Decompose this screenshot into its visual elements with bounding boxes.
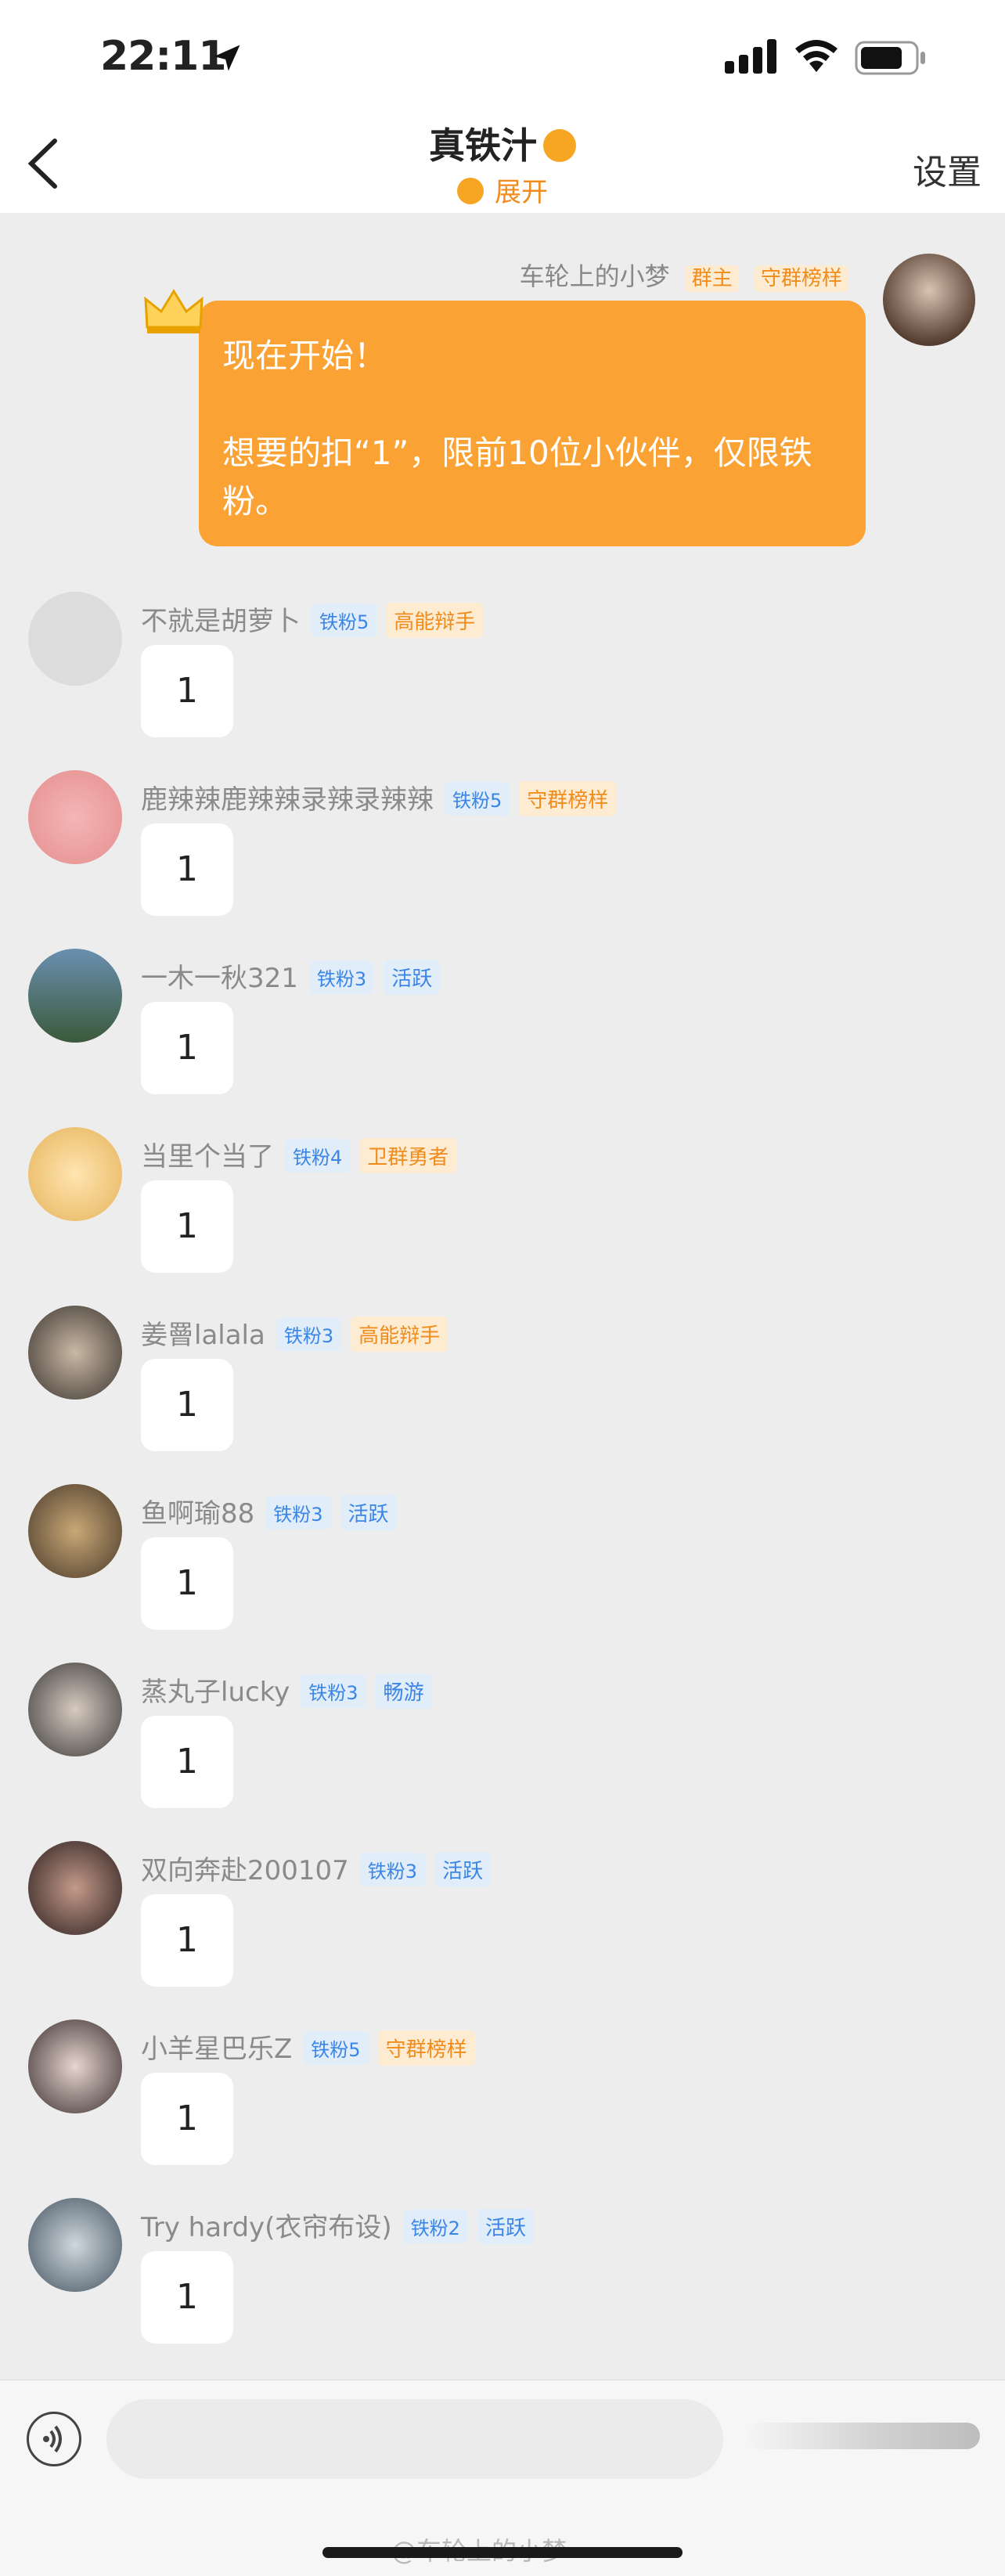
host-message-bubble[interactable]: 现在开始！ 想要的扣“1”，限前10位小伙伴，仅限铁粉。 <box>199 301 866 546</box>
member-title-badge: 活跃 <box>384 960 441 995</box>
user-avatar[interactable] <box>28 1127 122 1221</box>
message-meta: 蒸丸子lucky 铁粉3 畅游 <box>141 1670 432 1711</box>
chat-message: 不就是胡萝卜 铁粉5 高能辩手 1 <box>0 589 1005 767</box>
user-avatar[interactable] <box>28 770 122 864</box>
chat-message: 姜罾lalala 铁粉3 高能辩手 1 <box>0 1302 1005 1481</box>
fan-level-badge: 铁粉3 <box>301 1674 366 1708</box>
message-bubble[interactable]: 1 <box>141 2251 233 2344</box>
chat-message: Try hardy(衣帘布设) 铁粉2 活跃 1 <box>0 2195 1005 2373</box>
message-bubble[interactable]: 1 <box>141 1359 233 1451</box>
message-meta: 小羊星巴乐Z 铁粉5 守群榜样 <box>141 2027 475 2068</box>
host-avatar[interactable] <box>883 254 975 346</box>
message-meta: 鹿辣辣鹿辣辣录辣录辣辣 铁粉5 守群榜样 <box>141 778 617 819</box>
message-bubble[interactable]: 1 <box>141 1894 233 1987</box>
chat-header: 真铁汁 展开 设置 <box>0 110 1005 213</box>
message-meta: 鱼啊瑜88 铁粉3 活跃 <box>141 1492 397 1533</box>
fan-level-badge: 铁粉3 <box>265 1496 331 1529</box>
location-arrow-icon <box>214 45 240 71</box>
crown-icon <box>144 289 204 333</box>
fan-level-badge: 铁粉5 <box>303 2031 369 2065</box>
message-bubble[interactable]: 1 <box>141 1180 233 1273</box>
message-meta: Try hardy(衣帘布设) 铁粉2 活跃 <box>141 2206 534 2246</box>
user-name[interactable]: 一木一秋321 <box>141 963 298 994</box>
message-bubble[interactable]: 1 <box>141 1716 233 1808</box>
user-avatar[interactable] <box>28 592 122 686</box>
member-title-badge: 卫群勇者 <box>359 1138 457 1173</box>
cellular-signal-icon <box>725 39 776 74</box>
host-name-line: 车轮上的小梦 群主 守群榜样 <box>520 257 848 293</box>
user-name[interactable]: 双向奔赴200107 <box>141 1855 349 1886</box>
chat-message: 当里个当了 铁粉4 卫群勇者 1 <box>0 1124 1005 1302</box>
user-name[interactable]: 小羊星巴乐Z <box>141 2034 292 2065</box>
home-indicator <box>322 2547 683 2558</box>
group-title-text: 真铁汁 <box>429 124 537 167</box>
user-avatar[interactable] <box>28 949 122 1043</box>
status-time: 22:11 <box>100 33 227 80</box>
chat-message: 双向奔赴200107 铁粉3 活跃 1 <box>0 1838 1005 2016</box>
user-avatar[interactable] <box>28 1484 122 1578</box>
member-title-badge: 守群榜样 <box>519 781 617 816</box>
battery-icon <box>855 41 925 75</box>
fan-level-badge: 铁粉3 <box>359 1853 426 1886</box>
voice-input-button[interactable] <box>27 2412 81 2466</box>
expand-button[interactable]: 展开 <box>0 171 1005 209</box>
chat-message: 鱼啊瑜88 铁粉3 活跃 1 <box>0 1481 1005 1659</box>
member-title-badge: 活跃 <box>477 2209 534 2244</box>
host-name: 车轮上的小梦 <box>519 261 670 291</box>
message-meta: 当里个当了 铁粉4 卫群勇者 <box>141 1135 457 1176</box>
chat-message: 小羊星巴乐Z 铁粉5 守群榜样 1 <box>0 2016 1005 2195</box>
message-meta: 双向奔赴200107 铁粉3 活跃 <box>141 1849 492 1890</box>
user-name[interactable]: Try hardy(衣帘布设) <box>141 2212 392 2243</box>
user-name[interactable]: 鱼啊瑜88 <box>141 1498 254 1529</box>
message-bubble[interactable]: 1 <box>141 823 233 916</box>
fan-level-badge: 铁粉4 <box>285 1139 351 1173</box>
member-title-badge: 畅游 <box>375 1673 432 1709</box>
chat-message: 一木一秋321 铁粉3 活跃 1 <box>0 946 1005 1124</box>
expand-label: 展开 <box>495 177 548 208</box>
voice-icon <box>43 2425 62 2453</box>
wifi-icon <box>795 40 838 72</box>
member-title-badge: 活跃 <box>434 1852 492 1887</box>
member-title-badge: 活跃 <box>340 1495 397 1530</box>
user-avatar[interactable] <box>28 2198 122 2292</box>
settings-button[interactable]: 设置 <box>913 144 982 194</box>
member-title-badge: 守群榜样 <box>377 2030 475 2066</box>
host-message-line: 现在开始！ <box>222 337 387 375</box>
message-bubble[interactable]: 1 <box>141 2073 233 2165</box>
user-avatar[interactable] <box>28 1841 122 1935</box>
message-bubble[interactable]: 1 <box>141 1537 233 1630</box>
message-meta: 姜罾lalala 铁粉3 高能辩手 <box>141 1313 448 1354</box>
fan-level-badge: 铁粉5 <box>445 782 510 816</box>
chat-message: 蒸丸子lucky 铁粉3 畅游 1 <box>0 1659 1005 1838</box>
member-title-badge: 高能辩手 <box>386 603 484 638</box>
status-bar: 22:11 <box>0 0 1005 110</box>
user-name[interactable]: 姜罾lalala <box>141 1320 265 1351</box>
fan-level-badge: 铁粉5 <box>312 603 377 637</box>
member-title-badge: 高能辩手 <box>351 1317 448 1352</box>
host-honor-badge: 守群榜样 <box>754 265 848 292</box>
user-avatar[interactable] <box>28 2019 122 2113</box>
verified-badge-icon <box>543 128 576 162</box>
fan-level-badge: 铁粉3 <box>276 1317 342 1351</box>
user-name[interactable]: 不就是胡萝卜 <box>141 606 301 637</box>
host-message-line: 想要的扣“1”，限前10位小伙伴，仅限铁粉。 <box>222 434 812 521</box>
user-avatar[interactable] <box>28 1306 122 1400</box>
chevron-down-icon <box>457 177 484 204</box>
message-meta: 一木一秋321 铁粉3 活跃 <box>141 957 441 997</box>
message-input[interactable] <box>106 2399 723 2479</box>
group-title: 真铁汁 <box>0 117 1005 169</box>
message-bubble[interactable]: 1 <box>141 645 233 737</box>
chat-message: 鹿辣辣鹿辣辣录辣录辣辣 铁粉5 守群榜样 1 <box>0 767 1005 946</box>
user-name[interactable]: 当里个当了 <box>141 1141 274 1173</box>
host-role-badge: 群主 <box>685 265 739 292</box>
user-name[interactable]: 鹿辣辣鹿辣辣录辣录辣辣 <box>141 784 434 816</box>
message-bubble[interactable]: 1 <box>141 1002 233 1094</box>
fan-level-badge: 铁粉3 <box>308 960 375 994</box>
fan-level-badge: 铁粉2 <box>402 2210 468 2243</box>
input-action-area[interactable] <box>745 2423 980 2449</box>
message-meta: 不就是胡萝卜 铁粉5 高能辩手 <box>141 600 484 640</box>
host-message-line <box>222 380 842 429</box>
user-name[interactable]: 蒸丸子lucky <box>141 1677 290 1708</box>
user-avatar[interactable] <box>28 1663 122 1756</box>
